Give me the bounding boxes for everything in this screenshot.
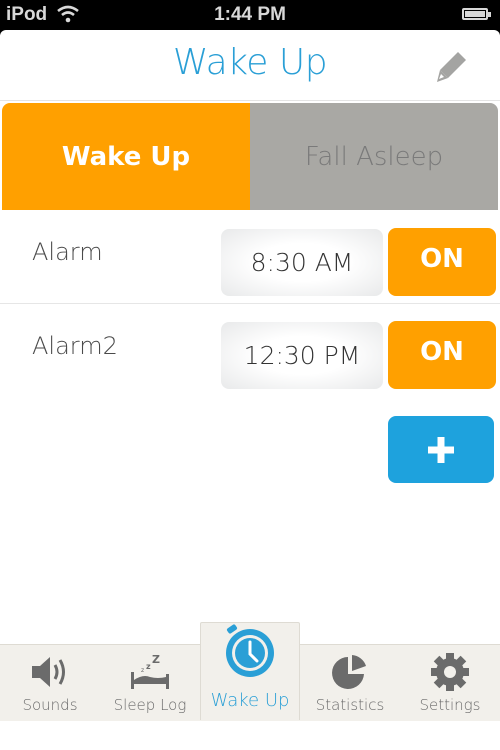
battery-icon	[462, 8, 491, 20]
tab-statistics[interactable]: Statistics	[300, 646, 400, 720]
navigation-bar: Wake Up	[0, 30, 500, 101]
tab-label: Settings	[419, 696, 481, 714]
pencil-icon	[437, 52, 466, 82]
alarm-name: Alarm	[32, 238, 103, 266]
gear-icon	[431, 653, 469, 691]
svg-text:Z: Z	[152, 653, 160, 666]
tab-sleep-log[interactable]: Z z z Sleep Log	[100, 646, 200, 720]
alarm-row: Alarm2 12:30 PM ON	[0, 304, 500, 397]
status-bar: iPod 1:44 PM	[0, 0, 500, 30]
segment-wake-up[interactable]: Wake Up	[2, 103, 250, 210]
tab-settings[interactable]: Settings	[400, 646, 500, 720]
tab-label: Wake Up	[210, 690, 290, 711]
mode-segmented-control: Wake Up Fall Asleep	[2, 103, 498, 210]
alarm-toggle-button[interactable]: ON	[388, 228, 496, 296]
alarm-clock-icon	[226, 624, 274, 677]
alarm-name: Alarm2	[32, 332, 118, 360]
alarm-row: Alarm 8:30 AM ON	[0, 210, 500, 304]
svg-text:z: z	[141, 667, 144, 674]
tab-label: Sleep Log	[113, 696, 187, 714]
svg-text:z: z	[146, 662, 151, 671]
alarm-time-button[interactable]: 12:30 PM	[221, 322, 383, 389]
tab-label: Sounds	[22, 696, 78, 714]
add-alarm-button[interactable]	[388, 416, 494, 483]
edit-button[interactable]	[432, 47, 472, 87]
page-title: Wake Up	[172, 42, 328, 83]
status-time: 1:44 PM	[214, 4, 286, 25]
segment-fall-asleep[interactable]: Fall Asleep	[250, 103, 498, 210]
tab-sounds[interactable]: Sounds	[0, 646, 100, 720]
alarm-time-button[interactable]: 8:30 AM	[221, 229, 383, 296]
tab-label: Statistics	[315, 696, 385, 714]
pie-chart-icon	[332, 655, 366, 689]
speaker-icon	[32, 657, 65, 687]
alarm-toggle-button[interactable]: ON	[388, 321, 496, 389]
tab-wake-up[interactable]: Wake Up	[200, 624, 300, 720]
bed-icon: Z z z	[131, 653, 169, 689]
plus-icon	[428, 436, 454, 463]
